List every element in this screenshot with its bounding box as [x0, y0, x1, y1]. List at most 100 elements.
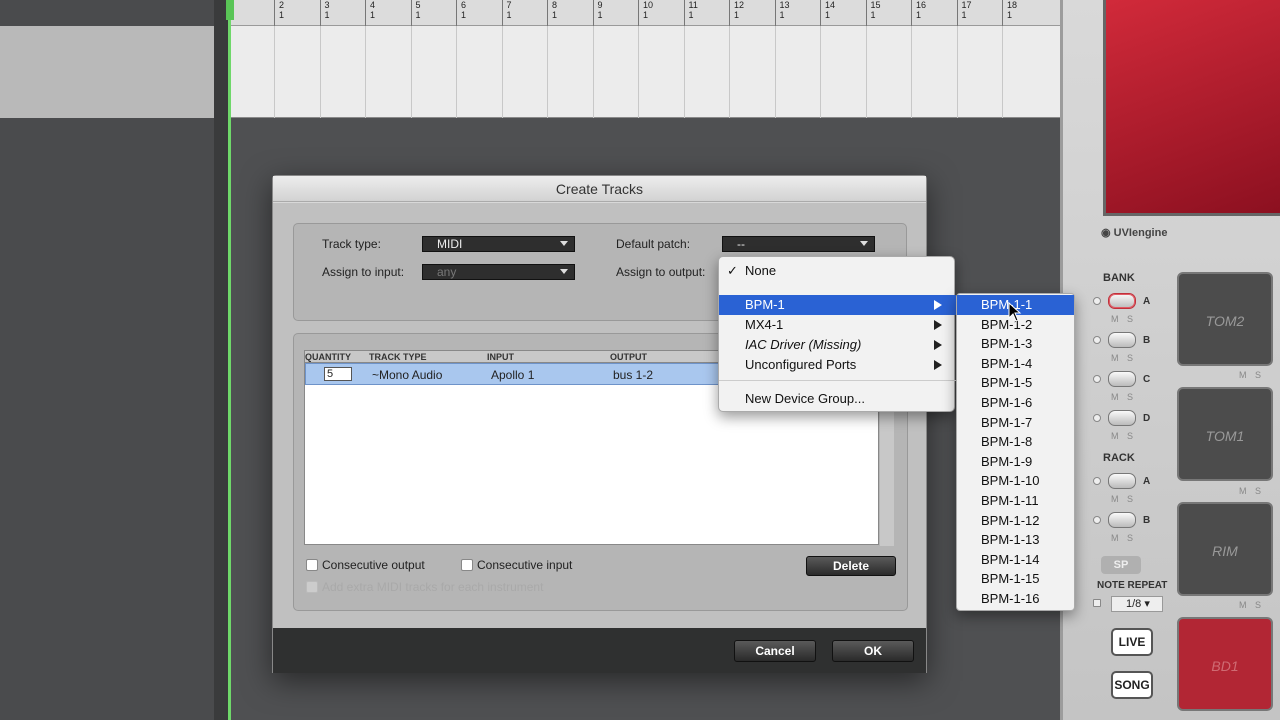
bank-b-button[interactable] — [1108, 332, 1136, 348]
ruler-bar-17[interactable]: 17 1 — [956, 0, 972, 26]
pad-bd1[interactable]: BD1 — [1177, 617, 1273, 711]
ruler-bar-3[interactable]: 31 — [319, 0, 330, 26]
menu-item-bpm-1[interactable]: BPM-1 — [719, 295, 956, 315]
pad-rim-mute-solo[interactable]: M S — [1239, 600, 1264, 610]
submenu-item-bpm-1-10[interactable]: BPM-1-10 — [957, 471, 1074, 491]
checkbox-icon[interactable] — [461, 559, 473, 571]
checkbox-icon — [306, 581, 318, 593]
ruler-bar-5[interactable]: 51 — [410, 0, 421, 26]
ruler-beat-number: 1 — [461, 10, 467, 20]
bank-d-led — [1093, 414, 1101, 422]
note-repeat-checkbox[interactable] — [1093, 599, 1101, 607]
row-input[interactable]: Apollo 1 — [491, 368, 534, 382]
track-type-dropdown[interactable]: MIDI — [422, 236, 575, 252]
ruler-bar-11[interactable]: 11 1 — [683, 0, 698, 26]
ruler-bar-number: 2 — [279, 0, 285, 10]
col-quantity[interactable]: QUANTITY — [305, 352, 351, 362]
bank-c-button[interactable] — [1108, 371, 1136, 387]
submenu-item-bpm-1-14[interactable]: BPM-1-14 — [957, 550, 1074, 570]
bank-b-mute-solo[interactable]: M S — [1111, 353, 1136, 363]
song-button[interactable]: SONG — [1111, 671, 1153, 699]
ok-button[interactable]: OK — [832, 640, 914, 662]
ruler-bar-7[interactable]: 71 — [501, 0, 512, 26]
playhead-line[interactable] — [228, 0, 231, 720]
pad-tom1[interactable]: TOM1 — [1177, 387, 1273, 481]
menu-item-label: None — [745, 263, 777, 278]
ruler-bar-6[interactable]: 61 — [456, 0, 466, 26]
submenu-item-bpm-1-7[interactable]: BPM-1-7 — [957, 413, 1074, 433]
rack-a-button[interactable] — [1108, 473, 1136, 489]
bank-c-mute-solo[interactable]: M S — [1111, 392, 1136, 402]
playhead-handle[interactable] — [226, 0, 234, 20]
submenu-item-bpm-1-9[interactable]: BPM-1-9 — [957, 452, 1074, 472]
ruler-beat-number: 1 — [279, 10, 285, 20]
submenu-item-bpm-1-12[interactable]: BPM-1-12 — [957, 511, 1074, 531]
menu-item-new-device-group[interactable]: New Device Group... — [719, 389, 956, 409]
quantity-input[interactable]: 5 — [324, 367, 352, 381]
ruler-bar-number: 3 — [324, 0, 330, 10]
ruler-bar-8[interactable]: 81 — [547, 0, 557, 26]
delete-button[interactable]: Delete — [806, 556, 896, 576]
ruler-bar-12[interactable]: 12 1 — [729, 0, 744, 26]
pad-tom2[interactable]: TOM2 — [1177, 272, 1273, 366]
grid-line — [865, 26, 867, 118]
bank-d-mute-solo[interactable]: M S — [1111, 431, 1136, 441]
submenu-item-bpm-1-3[interactable]: BPM-1-3 — [957, 334, 1074, 354]
track-list-header — [0, 0, 214, 26]
col-track-type[interactable]: TRACK TYPE — [369, 352, 427, 362]
submenu-item-bpm-1-6[interactable]: BPM-1-6 — [957, 393, 1074, 413]
ruler-bar-number: 13 — [779, 0, 790, 10]
row-output[interactable]: bus 1-2 — [613, 368, 653, 382]
ruler-beat-number: 1 — [597, 10, 603, 20]
pad-tom1-mute-solo[interactable]: M S — [1239, 486, 1264, 496]
bank-d-button[interactable] — [1108, 410, 1136, 426]
live-button[interactable]: LIVE — [1111, 628, 1153, 656]
default-patch-dropdown[interactable]: -- — [722, 236, 875, 252]
submenu-item-bpm-1-15[interactable]: BPM-1-15 — [957, 569, 1074, 589]
chevron-down-icon — [560, 269, 568, 274]
submenu-item-bpm-1-16[interactable]: BPM-1-16 — [957, 589, 1074, 609]
ruler-bar-4[interactable]: 41 — [365, 0, 375, 26]
ruler-bar-13[interactable]: 13 1 — [774, 0, 790, 26]
sp-button[interactable]: SP — [1101, 556, 1141, 574]
ruler-bar-18[interactable]: 18 1 — [1002, 0, 1017, 26]
menu-item-iac-driver[interactable]: IAC Driver (Missing) — [719, 335, 956, 355]
bank-a-mute-solo[interactable]: M S — [1111, 314, 1136, 324]
rack-b-button[interactable] — [1108, 512, 1136, 528]
checkbox-icon[interactable] — [306, 559, 318, 571]
pad-rim[interactable]: RIM — [1177, 502, 1273, 596]
chevron-down-icon — [860, 241, 868, 246]
rack-b-mute-solo[interactable]: M S — [1111, 533, 1136, 543]
row-track-type[interactable]: ~Mono Audio — [372, 368, 442, 382]
cancel-button[interactable]: Cancel — [734, 640, 816, 662]
panel-divider[interactable] — [214, 0, 228, 720]
col-input[interactable]: INPUT — [487, 352, 514, 362]
ruler-bar-9[interactable]: 91 — [592, 0, 603, 26]
ruler-beat-number: 1 — [506, 10, 512, 20]
ruler-bar-14[interactable]: 14 1 — [820, 0, 835, 26]
menu-item-unconfigured-ports[interactable]: Unconfigured Ports — [719, 355, 956, 375]
submenu-item-bpm-1-11[interactable]: BPM-1-11 — [957, 491, 1074, 511]
submenu-item-bpm-1-4[interactable]: BPM-1-4 — [957, 354, 1074, 374]
ruler-bar-15[interactable]: 15 1 — [865, 0, 881, 26]
pad-tom2-mute-solo[interactable]: M S — [1239, 370, 1264, 380]
ruler-bar-2[interactable]: 21 — [274, 0, 284, 26]
col-output[interactable]: OUTPUT — [610, 352, 647, 362]
menu-item-mx4-1[interactable]: MX4-1 — [719, 315, 956, 335]
submenu-item-bpm-1-13[interactable]: BPM-1-13 — [957, 530, 1074, 550]
bank-a-button[interactable] — [1108, 293, 1136, 309]
consecutive-input-checkbox[interactable]: Consecutive input — [461, 558, 572, 572]
note-repeat-select[interactable]: 1/8 ▾ — [1111, 596, 1163, 612]
rack-a-mute-solo[interactable]: M S — [1111, 494, 1136, 504]
submenu-item-bpm-1-8[interactable]: BPM-1-8 — [957, 432, 1074, 452]
track-lane[interactable] — [228, 26, 1060, 118]
timeline-ruler[interactable]: 2 1 3 1 4 1 5 1 6 1 7 1 8 1 9 1 10 1 11 1 12 1 13 1 14 1 15 1 16 1 17 1… — [228, 0, 1060, 26]
menu-item-none[interactable]: ✓ None — [719, 261, 956, 281]
ruler-bar-10[interactable]: 10 1 — [638, 0, 653, 26]
assign-input-dropdown[interactable]: any — [422, 264, 575, 280]
submenu-item-bpm-1-5[interactable]: BPM-1-5 — [957, 373, 1074, 393]
track-header-area[interactable] — [0, 26, 214, 118]
ruler-bar-16[interactable]: 16 1 — [911, 0, 926, 26]
ruler-beat-number: 1 — [415, 10, 421, 20]
consecutive-output-checkbox[interactable]: Consecutive output — [306, 558, 425, 572]
